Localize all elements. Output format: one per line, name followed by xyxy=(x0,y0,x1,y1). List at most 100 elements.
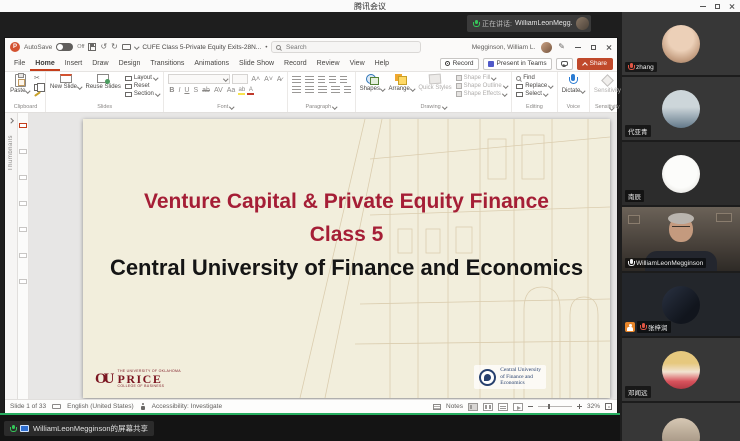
ribbon-collapse-icon[interactable] xyxy=(609,105,614,110)
tab-record[interactable]: Record xyxy=(279,56,312,71)
zoom-out-icon[interactable] xyxy=(528,406,533,407)
accessibility-status[interactable]: Accessibility: Investigate xyxy=(152,403,222,410)
share-banner[interactable]: WilliamLeonMegginson的屏幕共享 xyxy=(4,421,154,436)
quick-styles-button[interactable]: Quick Styles xyxy=(418,74,451,91)
save-icon[interactable] xyxy=(88,43,96,51)
slide-subtitle[interactable]: Central University of Finance and Econom… xyxy=(83,255,610,281)
reading-view-icon[interactable] xyxy=(498,403,508,411)
language-status[interactable]: English (United States) xyxy=(67,403,133,410)
fit-slide-icon[interactable] xyxy=(605,403,612,410)
increase-font-icon[interactable]: A˄ xyxy=(250,76,261,83)
tab-home[interactable]: Home xyxy=(30,56,59,71)
find-button[interactable]: Find xyxy=(516,75,553,81)
tab-animations[interactable]: Animations xyxy=(189,56,234,71)
search-box[interactable] xyxy=(271,41,421,53)
char-spacing-icon[interactable]: AV xyxy=(213,87,224,94)
zoom-slider[interactable] xyxy=(538,406,572,407)
increase-indent-icon[interactable] xyxy=(329,76,336,83)
layout-button[interactable]: Layout xyxy=(125,75,160,81)
present-in-teams-button[interactable]: Present in Teams xyxy=(483,58,552,70)
tab-transitions[interactable]: Transitions xyxy=(145,56,189,71)
columns-icon[interactable] xyxy=(344,86,351,93)
strikethrough-button[interactable]: ab xyxy=(201,87,211,94)
arrange-button[interactable]: Arrange xyxy=(388,74,414,92)
reuse-slides-button[interactable]: Reuse Slides xyxy=(86,74,121,90)
section-button[interactable]: Section xyxy=(125,91,160,97)
autosave-toggle[interactable] xyxy=(56,43,73,51)
highlight-color-icon[interactable]: ab xyxy=(238,87,245,94)
minimize-icon[interactable] xyxy=(700,6,706,7)
participant-tile-dengwenyuan[interactable]: 邓闻远 xyxy=(622,338,740,401)
slideshow-view-icon[interactable] xyxy=(513,403,523,411)
search-input[interactable] xyxy=(284,43,416,52)
bullets-icon[interactable] xyxy=(292,76,301,83)
cut-icon[interactable]: ✂ xyxy=(34,75,41,82)
reset-button[interactable]: Reset xyxy=(125,83,160,89)
participant-tile-megginson[interactable]: WilliamLeonMegginson xyxy=(622,207,740,271)
copy-icon[interactable] xyxy=(34,84,40,91)
thumbnail-slide-6[interactable] xyxy=(19,253,27,258)
font-color-icon[interactable]: A xyxy=(247,87,254,94)
bold-button[interactable]: B xyxy=(168,87,175,94)
slide[interactable]: Venture Capital & Private Equity Finance… xyxy=(83,119,610,398)
document-title[interactable]: CUFE Class 5-Private Equity Exits-28N... xyxy=(142,44,261,51)
dictate-button[interactable]: Dictate xyxy=(562,74,585,94)
shapes-button[interactable]: Shapes xyxy=(360,74,385,92)
underline-button[interactable]: U xyxy=(183,87,190,94)
redo-icon[interactable]: ↻ xyxy=(111,43,118,51)
shape-fill-button[interactable]: Shape Fill xyxy=(456,75,508,81)
paste-button[interactable]: Paste xyxy=(10,74,30,94)
tab-design[interactable]: Design xyxy=(114,56,146,71)
align-left-icon[interactable] xyxy=(292,86,301,93)
align-right-icon[interactable] xyxy=(318,86,327,93)
decrease-font-icon[interactable]: A˅ xyxy=(263,76,274,83)
undo-icon[interactable]: ↺ xyxy=(100,43,107,51)
ppt-minimize-icon[interactable] xyxy=(575,47,581,48)
thumbnail-slide-7[interactable] xyxy=(19,279,27,284)
shape-effects-button[interactable]: Shape Effects xyxy=(456,91,508,97)
line-spacing-icon[interactable] xyxy=(340,76,347,83)
thumbnails-pane[interactable]: Thumbnails xyxy=(5,113,18,399)
thumbnail-slide-5[interactable] xyxy=(19,227,27,232)
user-name[interactable]: Megginson, William L. xyxy=(472,44,536,51)
start-slideshow-icon[interactable] xyxy=(122,44,131,50)
slide-title[interactable]: Venture Capital & Private Equity Finance… xyxy=(83,185,610,251)
change-case-icon[interactable]: Aa xyxy=(226,87,237,94)
user-avatar[interactable] xyxy=(541,42,552,53)
pencil-icon[interactable]: ✎ xyxy=(558,43,565,51)
replace-button[interactable]: Replace xyxy=(516,83,553,89)
justify-icon[interactable] xyxy=(331,86,340,93)
clear-formatting-icon[interactable]: A̷ xyxy=(276,76,283,83)
shadow-button[interactable]: S xyxy=(192,87,199,94)
thumbnail-list[interactable] xyxy=(18,113,29,399)
font-size-select[interactable] xyxy=(232,74,248,84)
tab-help[interactable]: Help xyxy=(370,56,394,71)
sensitivity-button[interactable]: Sensitivity xyxy=(594,74,621,94)
font-name-select[interactable] xyxy=(168,74,230,84)
tab-file[interactable]: File xyxy=(9,56,30,71)
thumbnail-slide-2[interactable] xyxy=(19,149,27,154)
tab-view[interactable]: View xyxy=(345,56,370,71)
zoom-in-icon[interactable] xyxy=(577,404,582,409)
close-icon[interactable] xyxy=(729,3,735,9)
tab-insert[interactable]: Insert xyxy=(60,56,88,71)
align-center-icon[interactable] xyxy=(305,86,314,93)
slide-sorter-view-icon[interactable] xyxy=(483,403,493,411)
zoom-level[interactable]: 32% xyxy=(587,403,600,410)
maximize-icon[interactable] xyxy=(715,4,720,9)
share-button[interactable]: Share xyxy=(577,58,613,70)
zoom-slider-knob[interactable] xyxy=(548,404,550,409)
italic-button[interactable]: I xyxy=(177,87,181,94)
participant-tile-nanchen[interactable]: 南辰 xyxy=(622,142,740,205)
new-slide-button[interactable]: New Slide xyxy=(50,74,82,90)
participant-tile-partial[interactable] xyxy=(622,403,740,441)
participant-tile-daiyaqing[interactable]: 代亚青 xyxy=(622,77,740,140)
thumbnail-slide-3[interactable] xyxy=(19,175,27,180)
quick-access-chevron-icon[interactable] xyxy=(134,45,139,50)
numbering-icon[interactable] xyxy=(305,76,314,83)
ppt-close-icon[interactable] xyxy=(606,44,612,50)
decrease-indent-icon[interactable] xyxy=(318,76,325,83)
notes-button[interactable]: Notes xyxy=(446,403,463,410)
keyboard-icon[interactable] xyxy=(52,404,61,409)
thumbnails-expand-icon[interactable] xyxy=(8,118,13,123)
